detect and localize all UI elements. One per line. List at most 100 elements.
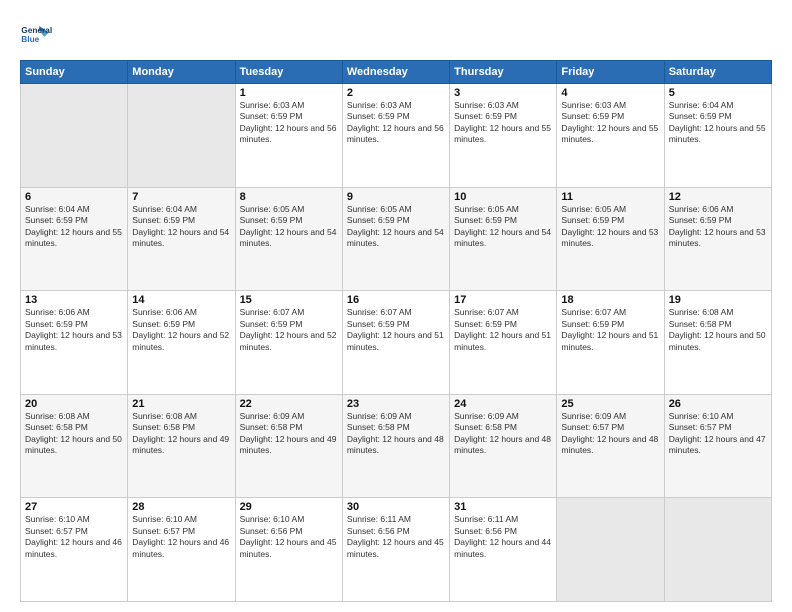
calendar-cell: 31Sunrise: 6:11 AM Sunset: 6:56 PM Dayli… — [450, 498, 557, 602]
day-number: 10 — [454, 191, 552, 203]
calendar-cell: 7Sunrise: 6:04 AM Sunset: 6:59 PM Daylig… — [128, 187, 235, 291]
day-number: 24 — [454, 398, 552, 410]
calendar-cell: 27Sunrise: 6:10 AM Sunset: 6:57 PM Dayli… — [21, 498, 128, 602]
calendar-cell: 26Sunrise: 6:10 AM Sunset: 6:57 PM Dayli… — [664, 394, 771, 498]
day-number: 22 — [240, 398, 338, 410]
calendar-week-row: 13Sunrise: 6:06 AM Sunset: 6:59 PM Dayli… — [21, 291, 772, 395]
day-number: 20 — [25, 398, 123, 410]
calendar-cell: 1Sunrise: 6:03 AM Sunset: 6:59 PM Daylig… — [235, 84, 342, 188]
calendar-cell: 25Sunrise: 6:09 AM Sunset: 6:57 PM Dayli… — [557, 394, 664, 498]
day-info: Sunrise: 6:11 AM Sunset: 6:56 PM Dayligh… — [454, 514, 552, 560]
day-number: 15 — [240, 294, 338, 306]
day-number: 4 — [561, 87, 659, 99]
calendar-cell: 8Sunrise: 6:05 AM Sunset: 6:59 PM Daylig… — [235, 187, 342, 291]
day-number: 11 — [561, 191, 659, 203]
calendar-header-monday: Monday — [128, 61, 235, 84]
day-info: Sunrise: 6:08 AM Sunset: 6:58 PM Dayligh… — [132, 411, 230, 457]
day-number: 25 — [561, 398, 659, 410]
calendar-cell — [21, 84, 128, 188]
calendar-header-row: SundayMondayTuesdayWednesdayThursdayFrid… — [21, 61, 772, 84]
day-info: Sunrise: 6:11 AM Sunset: 6:56 PM Dayligh… — [347, 514, 445, 560]
day-number: 18 — [561, 294, 659, 306]
day-info: Sunrise: 6:03 AM Sunset: 6:59 PM Dayligh… — [240, 100, 338, 146]
calendar-cell: 12Sunrise: 6:06 AM Sunset: 6:59 PM Dayli… — [664, 187, 771, 291]
day-info: Sunrise: 6:05 AM Sunset: 6:59 PM Dayligh… — [240, 204, 338, 250]
calendar-cell: 4Sunrise: 6:03 AM Sunset: 6:59 PM Daylig… — [557, 84, 664, 188]
calendar-cell: 18Sunrise: 6:07 AM Sunset: 6:59 PM Dayli… — [557, 291, 664, 395]
day-info: Sunrise: 6:07 AM Sunset: 6:59 PM Dayligh… — [240, 307, 338, 353]
day-info: Sunrise: 6:03 AM Sunset: 6:59 PM Dayligh… — [347, 100, 445, 146]
day-number: 26 — [669, 398, 767, 410]
svg-text:Blue: Blue — [21, 34, 39, 44]
calendar-week-row: 27Sunrise: 6:10 AM Sunset: 6:57 PM Dayli… — [21, 498, 772, 602]
day-number: 19 — [669, 294, 767, 306]
day-info: Sunrise: 6:05 AM Sunset: 6:59 PM Dayligh… — [347, 204, 445, 250]
calendar-cell: 10Sunrise: 6:05 AM Sunset: 6:59 PM Dayli… — [450, 187, 557, 291]
calendar-cell: 30Sunrise: 6:11 AM Sunset: 6:56 PM Dayli… — [342, 498, 449, 602]
day-info: Sunrise: 6:08 AM Sunset: 6:58 PM Dayligh… — [669, 307, 767, 353]
day-number: 30 — [347, 501, 445, 513]
day-number: 3 — [454, 87, 552, 99]
day-number: 16 — [347, 294, 445, 306]
day-number: 9 — [347, 191, 445, 203]
day-info: Sunrise: 6:04 AM Sunset: 6:59 PM Dayligh… — [669, 100, 767, 146]
day-info: Sunrise: 6:09 AM Sunset: 6:58 PM Dayligh… — [347, 411, 445, 457]
day-number: 8 — [240, 191, 338, 203]
day-number: 13 — [25, 294, 123, 306]
day-number: 31 — [454, 501, 552, 513]
day-info: Sunrise: 6:10 AM Sunset: 6:57 PM Dayligh… — [25, 514, 123, 560]
calendar-cell: 21Sunrise: 6:08 AM Sunset: 6:58 PM Dayli… — [128, 394, 235, 498]
calendar-header-wednesday: Wednesday — [342, 61, 449, 84]
day-number: 23 — [347, 398, 445, 410]
day-info: Sunrise: 6:03 AM Sunset: 6:59 PM Dayligh… — [561, 100, 659, 146]
calendar-cell: 19Sunrise: 6:08 AM Sunset: 6:58 PM Dayli… — [664, 291, 771, 395]
calendar-cell — [557, 498, 664, 602]
day-number: 2 — [347, 87, 445, 99]
calendar-header-friday: Friday — [557, 61, 664, 84]
day-info: Sunrise: 6:04 AM Sunset: 6:59 PM Dayligh… — [25, 204, 123, 250]
calendar-cell: 13Sunrise: 6:06 AM Sunset: 6:59 PM Dayli… — [21, 291, 128, 395]
day-number: 14 — [132, 294, 230, 306]
calendar-header-sunday: Sunday — [21, 61, 128, 84]
calendar-cell: 22Sunrise: 6:09 AM Sunset: 6:58 PM Dayli… — [235, 394, 342, 498]
page-header: GeneralBlue — [20, 18, 772, 50]
day-info: Sunrise: 6:07 AM Sunset: 6:59 PM Dayligh… — [454, 307, 552, 353]
day-number: 21 — [132, 398, 230, 410]
calendar-cell: 17Sunrise: 6:07 AM Sunset: 6:59 PM Dayli… — [450, 291, 557, 395]
day-info: Sunrise: 6:05 AM Sunset: 6:59 PM Dayligh… — [561, 204, 659, 250]
calendar-week-row: 1Sunrise: 6:03 AM Sunset: 6:59 PM Daylig… — [21, 84, 772, 188]
day-info: Sunrise: 6:05 AM Sunset: 6:59 PM Dayligh… — [454, 204, 552, 250]
calendar-cell: 28Sunrise: 6:10 AM Sunset: 6:57 PM Dayli… — [128, 498, 235, 602]
day-info: Sunrise: 6:09 AM Sunset: 6:57 PM Dayligh… — [561, 411, 659, 457]
calendar-header-tuesday: Tuesday — [235, 61, 342, 84]
day-info: Sunrise: 6:06 AM Sunset: 6:59 PM Dayligh… — [132, 307, 230, 353]
day-info: Sunrise: 6:10 AM Sunset: 6:56 PM Dayligh… — [240, 514, 338, 560]
calendar-cell: 9Sunrise: 6:05 AM Sunset: 6:59 PM Daylig… — [342, 187, 449, 291]
day-number: 17 — [454, 294, 552, 306]
day-number: 28 — [132, 501, 230, 513]
day-info: Sunrise: 6:03 AM Sunset: 6:59 PM Dayligh… — [454, 100, 552, 146]
day-number: 7 — [132, 191, 230, 203]
calendar-cell: 16Sunrise: 6:07 AM Sunset: 6:59 PM Dayli… — [342, 291, 449, 395]
day-info: Sunrise: 6:10 AM Sunset: 6:57 PM Dayligh… — [669, 411, 767, 457]
calendar-header-thursday: Thursday — [450, 61, 557, 84]
calendar-cell: 6Sunrise: 6:04 AM Sunset: 6:59 PM Daylig… — [21, 187, 128, 291]
day-number: 12 — [669, 191, 767, 203]
calendar-cell: 29Sunrise: 6:10 AM Sunset: 6:56 PM Dayli… — [235, 498, 342, 602]
calendar-table: SundayMondayTuesdayWednesdayThursdayFrid… — [20, 60, 772, 602]
day-info: Sunrise: 6:09 AM Sunset: 6:58 PM Dayligh… — [240, 411, 338, 457]
day-info: Sunrise: 6:10 AM Sunset: 6:57 PM Dayligh… — [132, 514, 230, 560]
day-number: 1 — [240, 87, 338, 99]
calendar-cell: 24Sunrise: 6:09 AM Sunset: 6:58 PM Dayli… — [450, 394, 557, 498]
logo-icon: GeneralBlue — [20, 18, 52, 50]
calendar-header-saturday: Saturday — [664, 61, 771, 84]
calendar-cell: 2Sunrise: 6:03 AM Sunset: 6:59 PM Daylig… — [342, 84, 449, 188]
calendar-cell: 11Sunrise: 6:05 AM Sunset: 6:59 PM Dayli… — [557, 187, 664, 291]
day-info: Sunrise: 6:06 AM Sunset: 6:59 PM Dayligh… — [25, 307, 123, 353]
calendar-cell: 20Sunrise: 6:08 AM Sunset: 6:58 PM Dayli… — [21, 394, 128, 498]
day-info: Sunrise: 6:06 AM Sunset: 6:59 PM Dayligh… — [669, 204, 767, 250]
calendar-cell: 14Sunrise: 6:06 AM Sunset: 6:59 PM Dayli… — [128, 291, 235, 395]
day-number: 29 — [240, 501, 338, 513]
day-info: Sunrise: 6:07 AM Sunset: 6:59 PM Dayligh… — [561, 307, 659, 353]
calendar-cell: 23Sunrise: 6:09 AM Sunset: 6:58 PM Dayli… — [342, 394, 449, 498]
